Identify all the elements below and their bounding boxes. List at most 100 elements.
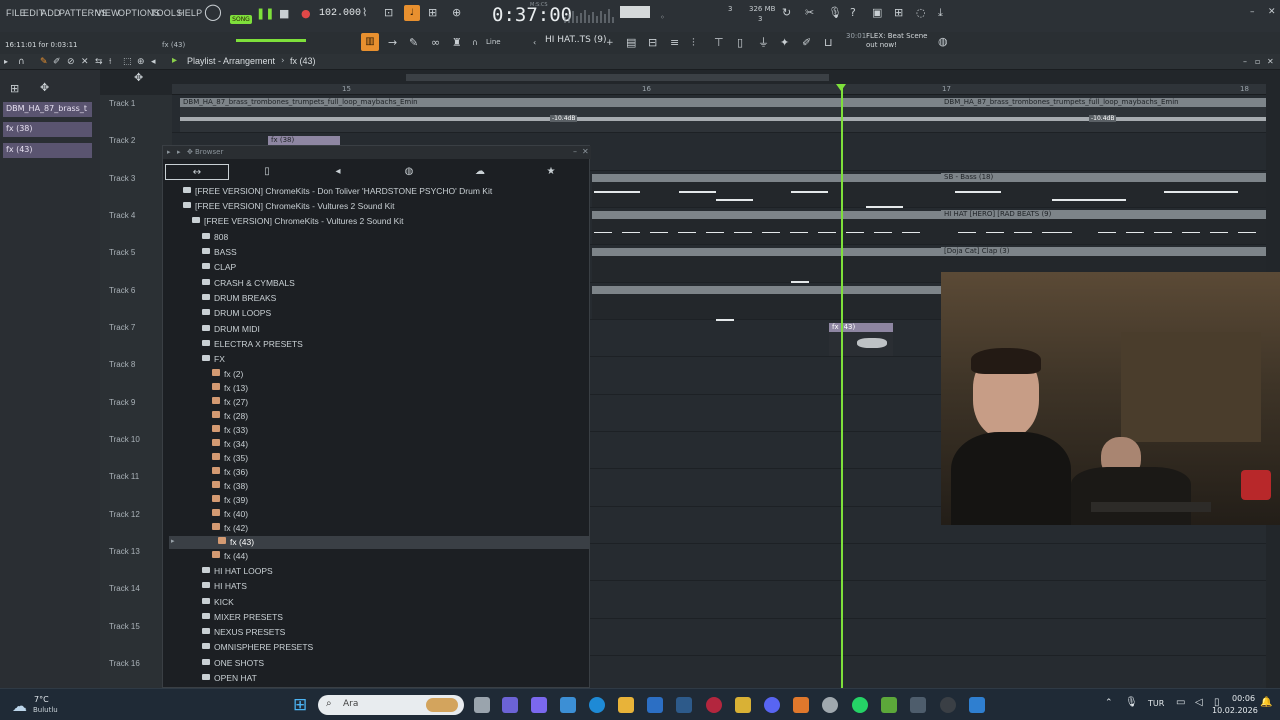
chat-icon[interactable]: ◌ [916, 7, 926, 19]
timeline-ruler[interactable]: 15 16 17 18 [172, 84, 1266, 95]
loop-record-icon[interactable]: ⊡ [384, 7, 393, 19]
pattern-clip-clap[interactable]: [Doja Cat] Clap (3) [941, 247, 1266, 256]
weather-temp[interactable]: 7°C [34, 695, 49, 704]
tree-file[interactable]: fx (34) [212, 437, 248, 451]
track-label[interactable]: Track 5 [109, 248, 135, 257]
notepad-icon[interactable] [969, 697, 985, 713]
pattern-clip-hihat[interactable]: HI HAT [HERO] [RAD BEATS (9) [941, 210, 1266, 219]
tree-file[interactable]: fx (35) [212, 451, 248, 465]
playhead-marker-icon[interactable] [836, 84, 846, 91]
tree-file[interactable]: fx (13) [212, 381, 248, 395]
minimize-icon[interactable]: – [1250, 6, 1255, 18]
tree-file[interactable]: fx (27) [212, 395, 248, 409]
step-edit-button[interactable]: ♩ [404, 5, 420, 21]
discord-icon[interactable] [764, 697, 780, 713]
tree-folder[interactable]: OPEN HAT [202, 671, 257, 685]
record-icon[interactable]: ● [301, 8, 311, 20]
brush-icon[interactable]: ✐ [802, 37, 811, 49]
menu-help[interactable]: HELP [178, 8, 202, 18]
tree-file[interactable]: fx (36) [212, 465, 248, 479]
fl-studio-icon[interactable] [793, 697, 809, 713]
track-label[interactable]: Track 2 [109, 136, 135, 145]
add-pattern-icon[interactable]: + [606, 37, 614, 49]
tree-file[interactable]: fx (39) [212, 493, 248, 507]
tab-favorites-icon[interactable]: ★ [519, 164, 583, 180]
tree-folder[interactable]: MIXER PRESETS [202, 610, 283, 624]
task-view-icon[interactable] [474, 697, 490, 713]
tree-folder[interactable]: 808 [202, 230, 228, 244]
cart-icon[interactable]: ⊔ [824, 37, 833, 49]
browser-menu-icon[interactable]: ▸ [167, 148, 171, 156]
tree-file[interactable]: fx (2) [212, 367, 243, 381]
menu-view[interactable]: VIEW [96, 8, 120, 18]
browser-arrow-icon[interactable]: ▸ [177, 148, 181, 156]
download-icon[interactable]: ⤓ [938, 7, 943, 19]
tree-file[interactable]: fx (44) [212, 549, 248, 563]
track-label[interactable]: Track 4 [109, 211, 135, 220]
file-explorer-icon[interactable] [618, 697, 634, 713]
picker-menu-icon[interactable]: ⊞ [10, 83, 19, 95]
browser-close-icon[interactable]: ✕ [582, 147, 589, 156]
tree-file[interactable]: fx (33) [212, 423, 248, 437]
countdown-icon[interactable]: ⊕ [452, 7, 461, 19]
tab-plugins-icon[interactable]: ◍ [377, 164, 441, 180]
tree-folder[interactable]: NEXUS PRESETS [202, 625, 285, 639]
faders-icon[interactable]: ⫶ [692, 37, 695, 49]
tempo-value[interactable]: 102.000 [319, 8, 361, 19]
notifications-icon[interactable]: 🔔 [1260, 697, 1272, 708]
piano-roll-button[interactable]: ▥ [361, 33, 379, 51]
slip-tool-icon[interactable]: ⇆ [95, 56, 103, 68]
browser-move-icon[interactable]: ✥ [187, 148, 193, 156]
tree-folder[interactable]: [FREE VERSION] ChromeKits - Vultures 2 S… [183, 199, 395, 213]
playlist-minimize-icon[interactable]: – [1243, 56, 1247, 68]
tree-folder[interactable]: DRUM BREAKS [202, 291, 276, 305]
plugin-icon[interactable]: ⊞ [894, 7, 903, 19]
master-volume-slider[interactable] [236, 39, 306, 42]
chrome-icon[interactable] [822, 697, 838, 713]
picker-item-fx38[interactable]: fx (38) [3, 122, 92, 137]
document-icon[interactable]: ▯ [737, 37, 743, 49]
pencil-icon[interactable]: ✎ [409, 37, 418, 49]
plug-icon[interactable]: ⏚ [758, 37, 769, 49]
horizontal-move-icon[interactable]: ✥ [134, 72, 143, 84]
tree-file-selected[interactable]: fx (43) [218, 535, 254, 549]
tree-folder[interactable]: [FREE VERSION] ChromeKits - Vultures 2 S… [192, 214, 404, 228]
audio-clip-brass-a[interactable]: DBM_HA_87_brass_trombones_trumpets_full_… [180, 98, 941, 107]
tab-files-icon[interactable]: ▯ [235, 164, 299, 180]
photos-icon[interactable] [910, 697, 926, 713]
whatsapp-icon[interactable] [852, 697, 868, 713]
windows-start-icon[interactable]: ⊞ [293, 695, 307, 715]
audio-clip-brass-b[interactable]: DBM_HA_87_brass_trombones_trumpets_full_… [941, 98, 1266, 107]
wand-icon[interactable]: ✦ [780, 37, 789, 49]
tree-folder[interactable]: ELECTRA X PRESETS [202, 337, 303, 351]
tree-folder[interactable]: DRUM LOOPS [202, 306, 271, 320]
track-label[interactable]: Track 12 [109, 510, 140, 519]
delete-tool-icon[interactable]: ⊘ [67, 56, 75, 68]
slice-tool-icon[interactable]: ⟊ [109, 56, 111, 68]
language-indicator[interactable]: TUR [1148, 699, 1164, 708]
copilot-app-icon[interactable] [560, 697, 576, 713]
tab-cloud-icon[interactable]: ☁ [448, 164, 512, 180]
playback-tool-icon[interactable]: ◂ [151, 56, 156, 68]
microphone-icon[interactable]: 🎙 [828, 7, 842, 19]
mail-icon[interactable] [647, 697, 663, 713]
pattern-selector[interactable]: HI HAT..TS (9) [545, 35, 606, 45]
undo-icon[interactable]: ↻ [782, 7, 791, 19]
network-icon[interactable]: ▭ [1176, 697, 1185, 708]
arrow-right-icon[interactable]: → [388, 37, 397, 49]
horizontal-scrollbar[interactable] [406, 74, 829, 81]
volume-icon[interactable]: ◁ [1195, 697, 1203, 708]
tree-folder[interactable]: DRUM MIDI [202, 322, 260, 336]
pattern-arrow-icon[interactable]: ‹ [533, 37, 536, 49]
browser-minimize-icon[interactable]: – [573, 147, 577, 156]
hierarchy-icon[interactable]: ⊤ [714, 37, 724, 49]
copilot-icon[interactable] [531, 697, 547, 713]
paint-tool-icon[interactable]: ✐ [53, 56, 61, 68]
playlist-icon[interactable]: ▤ [626, 37, 636, 49]
track-label[interactable]: Track 16 [109, 659, 140, 668]
playhead[interactable] [841, 84, 843, 688]
weather-desc[interactable]: Bulutlu [33, 706, 58, 714]
picker-move-icon[interactable]: ✥ [40, 82, 49, 94]
preview-play-icon[interactable]: ▸ [171, 537, 175, 545]
playlist-maximize-icon[interactable]: ▫ [1255, 56, 1260, 68]
